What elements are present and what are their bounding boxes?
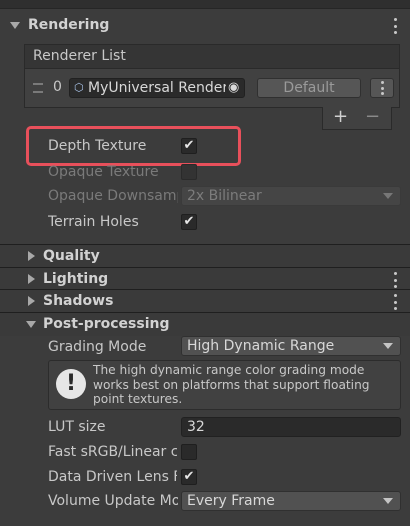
chevron-down-icon xyxy=(383,343,393,349)
foldout-collapsed-icon[interactable] xyxy=(28,251,35,261)
opaque-downsampling-value: 2x Bilinear xyxy=(187,188,262,204)
check-icon: ✔ xyxy=(183,138,195,153)
grading-mode-label: Grading Mode xyxy=(48,339,147,355)
list-footer: + − xyxy=(322,107,392,130)
volume-update-mode-label: Volume Update Mode xyxy=(48,493,178,509)
object-picker-icon[interactable]: ◉ xyxy=(228,79,239,97)
post-processing-section-title: Post-processing xyxy=(43,316,170,332)
renderer-item-menu-button[interactable] xyxy=(370,78,394,98)
lighting-menu-icon[interactable] xyxy=(393,272,397,288)
lut-size-label: LUT size xyxy=(48,419,106,435)
renderer-list-header: Renderer List xyxy=(24,44,400,68)
terrain-holes-label: Terrain Holes xyxy=(48,214,139,230)
inspector-top-strip xyxy=(0,0,410,9)
renderer-asset-icon: ⬡ xyxy=(74,81,84,94)
depth-texture-label: Depth Texture xyxy=(48,138,147,154)
lighting-section-title: Lighting xyxy=(43,271,109,287)
drag-handle-icon[interactable] xyxy=(33,83,43,93)
lens-flare-label: Data Driven Lens Flare xyxy=(48,469,177,485)
depth-texture-checkbox[interactable]: ✔ xyxy=(181,138,197,154)
grading-mode-dropdown[interactable]: High Dynamic Range xyxy=(181,336,401,356)
opaque-downsampling-label: Opaque Downsampling xyxy=(48,188,178,204)
shadows-section-header[interactable]: Shadows xyxy=(0,289,410,313)
shadows-menu-icon[interactable] xyxy=(393,294,397,310)
rendering-section-title: Rendering xyxy=(28,17,110,33)
check-icon: ✔ xyxy=(183,469,195,484)
renderer-index: 0 xyxy=(53,79,62,95)
fast-srgb-label: Fast sRGB/Linear conversions xyxy=(48,444,177,460)
rendering-section-header[interactable]: Rendering xyxy=(0,14,410,37)
rendering-menu-icon[interactable] xyxy=(393,18,397,34)
terrain-holes-checkbox[interactable]: ✔ xyxy=(181,214,197,230)
chevron-down-icon xyxy=(383,498,393,504)
foldout-expanded-icon[interactable] xyxy=(26,321,36,328)
lighting-section-header[interactable]: Lighting xyxy=(0,267,410,291)
renderer-item-menu-icon xyxy=(380,81,384,95)
renderer-object-field[interactable]: ⬡ MyUniversal Renderer ◉ xyxy=(69,78,245,98)
foldout-expanded-icon[interactable] xyxy=(10,22,20,29)
renderer-list-body: 0 ⬡ MyUniversal Renderer ◉ Default xyxy=(24,68,400,108)
lens-flare-checkbox[interactable]: ✔ xyxy=(181,469,197,485)
warning-icon: ! xyxy=(56,369,86,399)
quality-section-title: Quality xyxy=(43,248,100,264)
post-processing-section-header[interactable]: Post-processing xyxy=(0,312,410,336)
add-renderer-button[interactable]: + xyxy=(333,107,348,127)
chevron-down-icon xyxy=(383,193,393,199)
opaque-downsampling-dropdown[interactable]: 2x Bilinear xyxy=(181,186,401,206)
opaque-texture-checkbox[interactable] xyxy=(181,164,197,180)
grading-mode-value: High Dynamic Range xyxy=(187,338,335,354)
foldout-collapsed-icon[interactable] xyxy=(28,296,35,306)
shadows-section-title: Shadows xyxy=(43,293,114,309)
foldout-collapsed-icon[interactable] xyxy=(28,274,35,284)
set-default-button[interactable]: Default xyxy=(257,78,361,98)
volume-update-mode-dropdown[interactable]: Every Frame xyxy=(181,491,401,511)
renderer-list-title: Renderer List xyxy=(33,48,126,64)
fast-srgb-checkbox[interactable] xyxy=(181,444,197,460)
opaque-texture-label: Opaque Texture xyxy=(48,164,159,180)
lut-size-value: 32 xyxy=(187,419,205,435)
renderer-asset-name: MyUniversal Renderer xyxy=(88,80,226,96)
check-icon: ✔ xyxy=(183,214,195,229)
volume-update-mode-value: Every Frame xyxy=(187,493,275,509)
remove-renderer-button[interactable]: − xyxy=(365,107,380,127)
help-box-text: The high dynamic range color grading mod… xyxy=(93,363,370,406)
lut-size-field[interactable]: 32 xyxy=(181,417,401,437)
quality-section-header[interactable]: Quality xyxy=(0,244,410,268)
help-box: ! The high dynamic range color grading m… xyxy=(48,360,401,410)
